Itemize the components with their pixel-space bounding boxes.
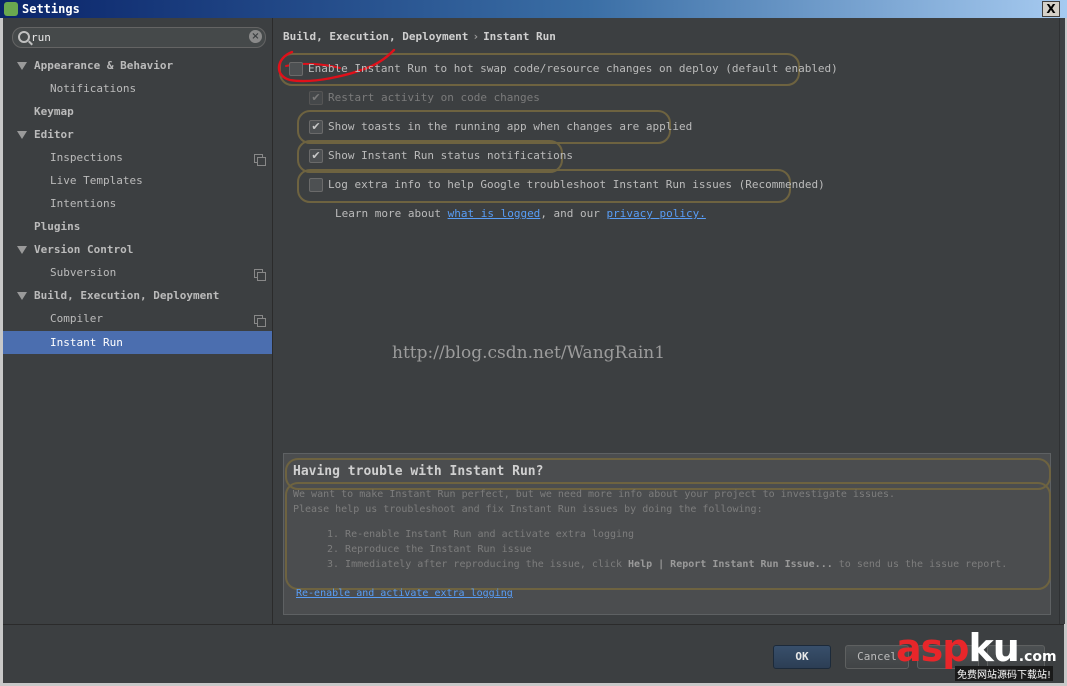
tree-item-subversion[interactable]: Subversion [3,261,272,284]
watermark-url: http://blog.csdn.net/WangRain1 [392,343,666,363]
tree-item-label: Keymap [34,105,74,118]
learn-more-middle: , and our [540,207,607,220]
tree-item-label: Compiler [50,312,103,325]
tree-item-keymap[interactable]: Keymap [3,100,272,123]
checkbox-box[interactable] [289,62,303,76]
expand-arrow-icon[interactable] [17,62,27,70]
android-app-icon [4,2,18,16]
expand-arrow-icon[interactable] [17,292,27,300]
trouble-description: We want to make Instant Run perfect, but… [293,489,896,500]
checkbox-box[interactable]: ✔ [309,149,323,163]
tree-item-label: Instant Run [50,336,123,349]
trouble-step-text: to send us the issue report. [832,559,1008,570]
checkbox-label: Show toasts in the running app when chan… [328,120,693,133]
tree-item-label: Appearance & Behavior [34,59,174,72]
tree-item-label: Version Control [34,243,134,256]
report-issue-menu-path: Help | Report Instant Run Issue... [628,559,833,570]
trouble-step: 2. Reproduce the Instant Run issue [327,544,532,555]
tree-item-label: Intentions [50,197,117,210]
expand-arrow-icon[interactable] [17,131,27,139]
tree-item-label: Live Templates [50,174,143,187]
vertical-scrollbar[interactable] [1059,18,1065,624]
project-scope-icon [254,315,266,327]
close-button[interactable]: X [1042,1,1060,17]
tree-item-build-execution-deployment[interactable]: Build, Execution, Deployment [3,284,272,307]
tree-item-notifications[interactable]: Notifications [3,77,272,100]
trouble-step-text: 3. Immediately after reproducing the iss… [327,559,629,570]
checkbox-box[interactable]: ✔ [309,120,323,134]
learn-more-text: Learn more about what is logged, and our… [335,207,706,220]
trouble-step: 1. Re-enable Instant Run and activate ex… [327,529,635,540]
trouble-step: 3. Immediately after reproducing the iss… [327,559,1007,570]
tree-item-label: Build, Execution, Deployment [34,289,220,302]
trouble-description: Please help us troubleshoot and fix Inst… [293,504,763,515]
tree-item-instant-run[interactable]: Instant Run [3,331,272,354]
tree-item-compiler[interactable]: Compiler [3,307,272,330]
project-scope-icon [254,269,266,281]
brand-logo-ku: ku [968,626,1019,670]
checkbox-label: Enable Instant Run to hot swap code/reso… [308,62,838,75]
tree-item-plugins[interactable]: Plugins [3,215,272,238]
privacy-policy-link[interactable]: privacy policy. [607,207,706,220]
tree-item-label: Notifications [50,82,137,95]
reenable-logging-link[interactable]: Re-enable and activate extra logging [296,588,513,599]
checkbox-label: Log extra info to help Google troublesho… [328,178,825,191]
tree-item-version-control[interactable]: Version Control [3,238,272,261]
checkbox-box[interactable] [309,178,323,192]
settings-search-box[interactable]: × [12,27,266,48]
search-input[interactable] [31,29,231,45]
tree-item-editor[interactable]: Editor [3,123,272,146]
what-is-logged-link[interactable]: what is logged [448,207,541,220]
title-bar [0,0,1067,18]
tree-item-live-templates[interactable]: Live Templates [3,169,272,192]
tree-item-intentions[interactable]: Intentions [3,192,272,215]
tree-item-label: Inspections [50,151,123,164]
expand-arrow-icon[interactable] [17,246,27,254]
clear-search-icon[interactable]: × [249,30,262,43]
search-icon [18,31,30,43]
learn-more-prefix: Learn more about [335,207,448,220]
window-title: Settings [22,2,80,16]
ok-button[interactable]: OK [773,645,831,669]
brand-logo-asp: asp [896,626,969,670]
breadcrumb-current: Instant Run [483,30,556,43]
brand-tagline: 免费网站源码下载站! [955,666,1054,681]
checkbox-box[interactable]: ✔ [309,91,323,105]
tree-item-label: Editor [34,128,74,141]
checkbox-label: Restart activity on code changes [328,91,540,104]
checkbox-label: Show Instant Run status notifications [328,149,574,162]
project-scope-icon [254,154,266,166]
tree-item-label: Subversion [50,266,117,279]
tree-item-label: Plugins [34,220,81,233]
tree-item-inspections[interactable]: Inspections [3,146,272,169]
brand-logo-com: .com [1018,649,1057,665]
tree-item-appearance-behavior[interactable]: Appearance & Behavior [3,54,272,77]
breadcrumb-separator: › [472,30,480,43]
trouble-title: Having trouble with Instant Run? [293,464,544,479]
